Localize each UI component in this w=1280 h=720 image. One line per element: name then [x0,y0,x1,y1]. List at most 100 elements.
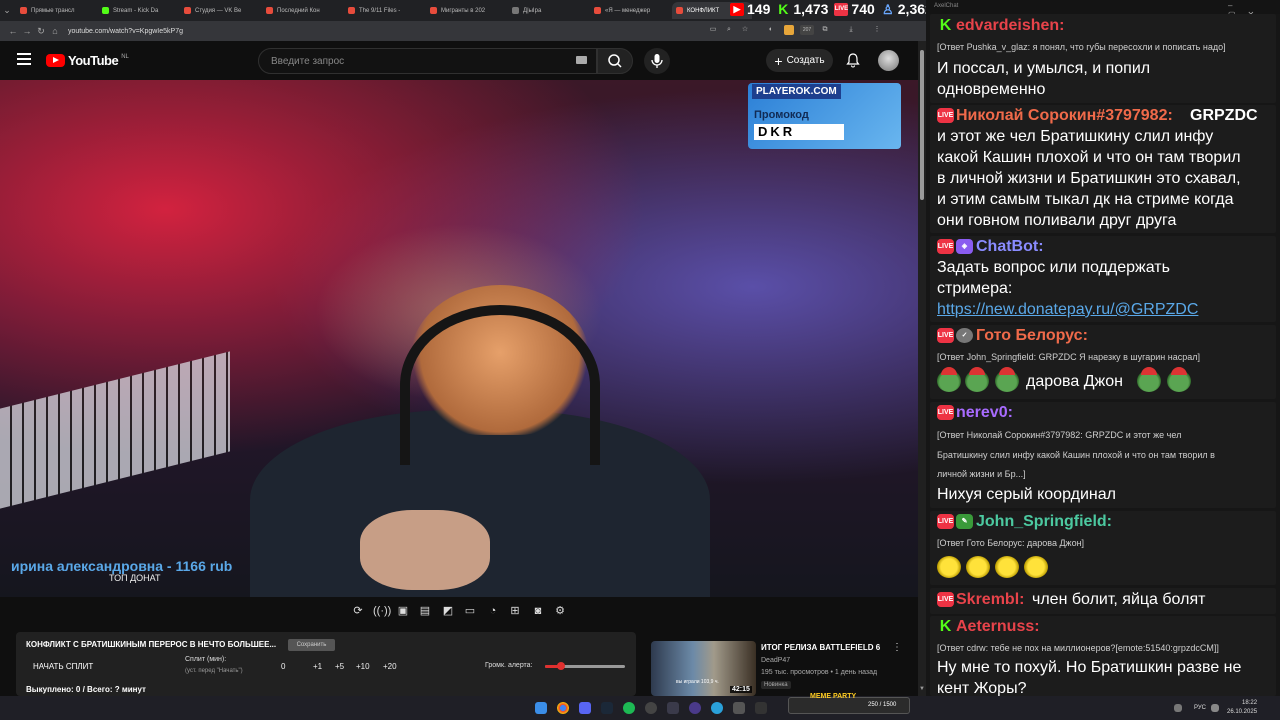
donation-link[interactable]: https://new.donatepay.ru/@GRPZDC [937,301,1198,319]
extension-icon[interactable]: ◐ [766,25,776,35]
promo-site: PLAYEROK.COM [752,84,841,99]
clock[interactable]: 18:22 26.10.2025 [1227,699,1257,717]
volume-icon[interactable] [1211,704,1219,712]
search-input[interactable]: Введите запрос [258,48,597,74]
chat-username[interactable]: Николай Сорокин#3797982: [956,107,1173,125]
avatar[interactable] [878,50,899,71]
browser-tab[interactable]: Последний Кон [262,2,342,19]
chat-username[interactable]: edvardeishen: [956,17,1064,35]
speed-icon[interactable]: ◔ [486,605,500,618]
loop-icon[interactable]: ⟳ [351,605,365,618]
browser-tab[interactable]: The 9/11 Files - [344,2,424,19]
increment-1-button[interactable]: +1 [313,662,322,671]
youtube-logo[interactable]: YouTube NL [46,53,129,68]
browser-tab[interactable]: Мигранты в 202 [426,2,506,19]
chat-username[interactable]: ChatBot: [976,238,1044,256]
create-button[interactable]: + Создать [766,49,833,72]
live-badge-icon: LIVE [937,592,954,607]
spotify-icon[interactable] [623,702,635,714]
menu-dots-icon[interactable]: ⋮ [872,25,882,35]
windows-taskbar [0,696,1280,720]
keyboard-icon[interactable] [576,56,587,64]
notifications-bell-icon[interactable] [846,53,860,73]
browser-tab[interactable]: Прямые трансл [16,2,96,19]
install-icon[interactable]: ▭ [708,25,718,35]
start-menu-icon[interactable] [535,702,547,714]
recommended-channel-name[interactable]: DeadP47 [761,657,790,664]
stat-kick: K 1,473 [778,0,829,17]
tray-chevron-icon[interactable] [1174,704,1182,712]
back-icon[interactable]: ← [6,26,20,36]
increment-10-button[interactable]: +10 [356,662,370,671]
hamburger-menu-icon[interactable] [17,53,31,68]
settings-gear-icon[interactable]: ⚙ [553,605,567,618]
chat-username[interactable]: Гото Белорус: [976,327,1088,345]
screenshot-icon[interactable]: ▣ [396,605,410,618]
keyboard-language[interactable]: РУС [1194,705,1206,711]
download-icon[interactable]: ⤓ [846,25,856,35]
clock-date: 26.10.2025 [1227,709,1258,715]
app-icon[interactable] [645,702,657,714]
extension-icon[interactable] [784,25,794,35]
bookmark-star-icon[interactable]: ☆ [740,25,750,35]
browser-tab[interactable]: Stream - Kick Da [98,2,178,19]
chat-username[interactable]: Aeternuss: [956,618,1040,636]
broadcast-icon[interactable]: ((·)) [373,605,391,618]
tab-favicon-icon [594,7,601,14]
pepe-emote-icon [1167,367,1191,392]
recommended-video-meta: 195 тыс. просмотров • 1 день назад [761,669,878,676]
app-icon[interactable] [755,702,767,714]
tab-favicon-icon [512,7,519,14]
browser-tab[interactable]: Д|ыIра [508,2,588,19]
tab-favicon-icon [184,7,191,14]
browser-tab[interactable]: «Я — менеджер [590,2,670,19]
scroll-down-arrow-icon[interactable]: ▼ [918,686,926,692]
app-icon[interactable] [733,702,745,714]
reload-icon[interactable]: ↻ [34,26,48,37]
resize-icon[interactable]: ◩ [441,605,455,618]
add-to-playlist-icon[interactable]: ⊞ [508,605,522,618]
tab-favicon-icon [676,7,683,14]
browser-tab[interactable]: Студия — VK Be [180,2,260,19]
tab-favicon-icon [102,7,109,14]
discord-icon[interactable] [579,702,591,714]
recommended-video-title[interactable]: ИТОГ РЕЛИЗА BATTLEFIELD 6 [761,643,880,652]
save-button[interactable]: Сохранить [288,639,335,651]
miniplayer-icon[interactable]: ▭ [463,605,477,618]
bot-icon: ◈ [956,239,973,254]
camera-icon[interactable]: ◙ [531,605,545,618]
video-headphones [400,305,600,465]
url-field[interactable]: youtube.com/watch?v=KpgwIe5kP7g [68,28,183,35]
verified-icon: ✓ [956,328,973,343]
chat-username[interactable]: nerev0: [956,404,1013,422]
start-split-button[interactable]: НАЧАТЬ СПЛИТ [33,662,93,671]
search-button[interactable] [597,48,633,74]
page-scrollbar-thumb[interactable] [920,50,924,200]
chat-text-line: член болит, яйца болят [1032,591,1206,608]
video-player[interactable] [0,80,918,597]
increment-5-button[interactable]: +5 [335,662,344,671]
increment-20-button[interactable]: +20 [383,662,397,671]
extensions-puzzle-icon[interactable]: ⧉ [820,25,830,35]
steam-icon[interactable] [601,702,613,714]
pepe-emote-icon [937,367,961,392]
chrome-icon[interactable] [557,702,569,714]
voice-search-button[interactable] [644,48,670,74]
zoom-icon[interactable]: ⌕ [724,25,734,35]
microphone-icon [651,54,663,68]
forward-icon[interactable]: → [20,26,34,36]
chat-username[interactable]: John_Springfield: [976,513,1112,531]
chat-username[interactable]: Skrembl: [956,591,1024,609]
stat-vk-live: LIVE 740 [834,1,875,17]
more-options-icon[interactable]: ⋮ [892,642,902,653]
app-icon[interactable] [667,702,679,714]
extension-badge[interactable]: 207 [800,25,814,35]
tab-list-icon[interactable]: ⌄ [0,5,14,16]
split-video-title: КОНФЛИКТ С БРАТИШКИНЫМ ПЕРЕРОС В НЕЧТО Б… [26,640,277,649]
app-icon[interactable] [689,702,701,714]
alert-volume-slider-knob[interactable] [557,662,565,670]
alert-volume-label: Громк. алерта: [485,662,533,669]
clip-icon[interactable]: ▤ [418,605,432,618]
telegram-icon[interactable] [711,702,723,714]
home-icon[interactable]: ⌂ [48,26,62,36]
